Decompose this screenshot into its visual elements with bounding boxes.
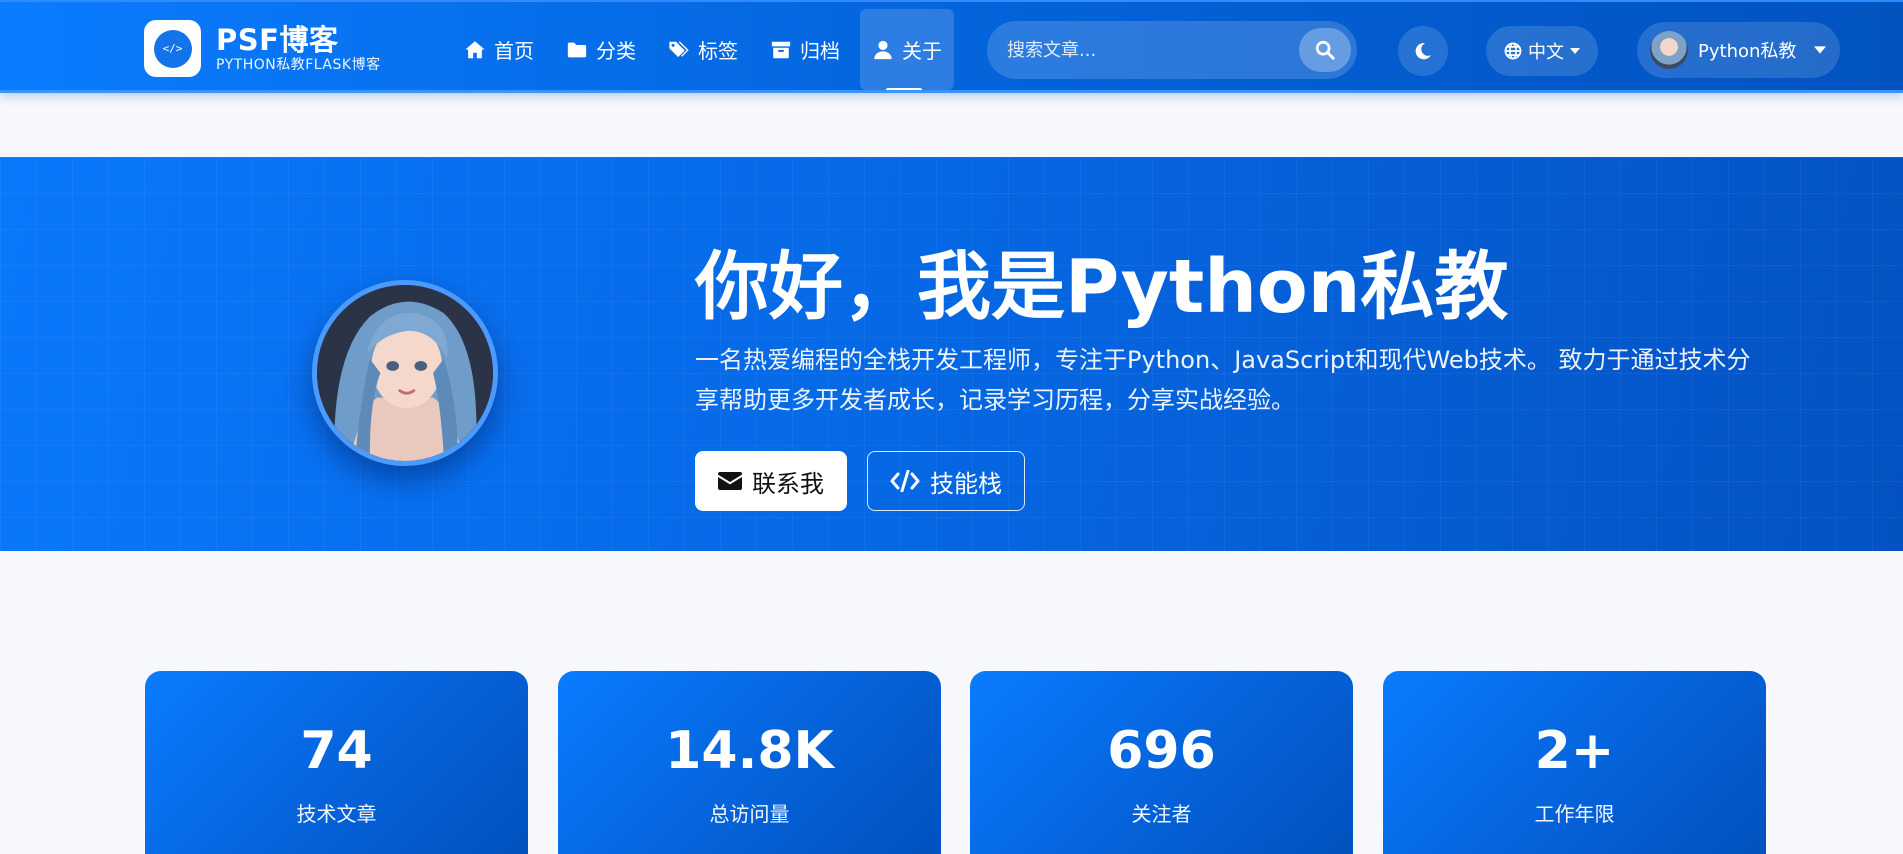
profile-avatar: [312, 280, 498, 466]
stat-label: 总访问量: [709, 802, 790, 826]
nav-item-home[interactable]: 首页: [452, 9, 546, 90]
stat-value: 74: [300, 721, 373, 781]
brand[interactable]: </> PSF博客 PYTHON私教FLASK博客: [144, 20, 381, 77]
stat-label: 工作年限: [1534, 802, 1615, 826]
contact-button-label: 联系我: [752, 469, 824, 498]
search-box: [987, 21, 1357, 79]
skills-button[interactable]: 技能栈: [867, 451, 1025, 511]
archive-icon: [771, 41, 791, 58]
language-label: 中文: [1528, 42, 1564, 63]
nav-item-tags[interactable]: 标签: [656, 9, 750, 90]
brand-logo: </>: [144, 20, 201, 77]
code-icon: [890, 470, 920, 492]
hero-title: 你好，我是Python私教: [695, 244, 1509, 330]
chevron-down-icon: [1814, 46, 1827, 54]
folder-icon: [567, 42, 587, 57]
stat-value: 14.8K: [665, 721, 834, 781]
search-input[interactable]: [987, 39, 1299, 61]
nav-item-label: 关于: [902, 39, 942, 63]
about-hero: 你好，我是Python私教 一名热爱编程的全栈开发工程师，专注于Python、J…: [0, 157, 1903, 551]
envelope-icon: [718, 472, 742, 490]
stat-card-articles: 74 技术文章: [145, 671, 528, 854]
stat-card-years: 2+ 工作年限: [1383, 671, 1766, 854]
brand-subtitle: PYTHON私教FLASK博客: [216, 56, 381, 73]
stat-card-followers: 696 关注者: [970, 671, 1353, 854]
user-icon: [874, 40, 892, 59]
search-icon: [1315, 40, 1335, 60]
top-navbar: </> PSF博客 PYTHON私教FLASK博客 首页 分类 标签 归档 关于: [0, 0, 1903, 93]
nav-item-label: 归档: [800, 39, 840, 63]
stat-value: 2+: [1534, 721, 1615, 781]
home-icon: [465, 40, 485, 58]
stat-label: 关注者: [1131, 802, 1192, 826]
avatar-illustration: [317, 285, 493, 461]
theme-toggle-button[interactable]: [1398, 26, 1448, 76]
stats-section: 74 技术文章 14.8K 总访问量 696 关注者 2+ 工作年限: [145, 671, 1766, 854]
search-button[interactable]: [1299, 28, 1351, 72]
stat-card-visits: 14.8K 总访问量: [558, 671, 941, 854]
language-selector[interactable]: 中文: [1486, 26, 1598, 76]
globe-icon: [1504, 42, 1522, 60]
nav-item-label: 首页: [494, 39, 534, 63]
main-nav: 首页 分类 标签 归档 关于: [452, 9, 962, 92]
stat-label: 技术文章: [296, 802, 377, 826]
nav-item-label: 标签: [698, 39, 738, 63]
moon-icon: [1415, 42, 1431, 60]
stat-value: 696: [1107, 721, 1216, 781]
nav-item-label: 分类: [596, 39, 636, 63]
code-icon: </>: [153, 29, 192, 68]
nav-item-categories[interactable]: 分类: [554, 9, 648, 90]
avatar: [1650, 31, 1688, 69]
user-menu-button[interactable]: Python私教: [1637, 22, 1840, 78]
skills-button-label: 技能栈: [930, 469, 1002, 498]
chevron-down-icon: [1570, 48, 1580, 54]
hero-description: 一名热爱编程的全栈开发工程师，专注于Python、JavaScript和现代We…: [695, 346, 1751, 414]
nav-item-about[interactable]: 关于: [860, 9, 954, 92]
nav-item-archive[interactable]: 归档: [758, 9, 852, 90]
brand-title: PSF博客: [216, 22, 339, 57]
tags-icon: [669, 41, 689, 57]
user-name: Python私教: [1698, 41, 1797, 62]
contact-button[interactable]: 联系我: [695, 451, 847, 511]
